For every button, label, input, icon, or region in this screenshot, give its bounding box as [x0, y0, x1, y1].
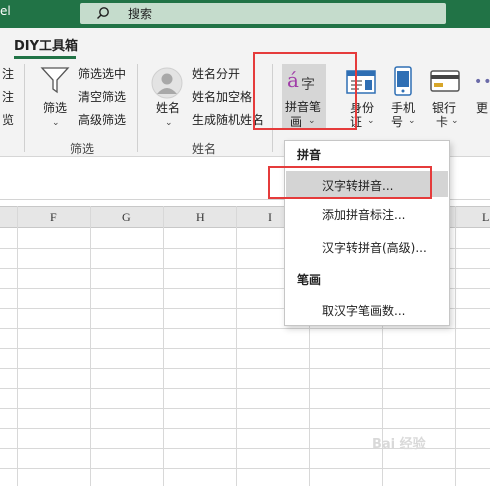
phone-icon [394, 66, 412, 96]
name-button[interactable]: 姓名 [156, 101, 180, 115]
column-header-h[interactable]: H [196, 210, 205, 225]
grid-row-line [0, 468, 490, 469]
column-header-l[interactable]: L [482, 210, 489, 225]
phone-chevron-icon: ⌄ [408, 116, 416, 126]
filter-selected-button[interactable]: 筛选选中 [78, 67, 126, 81]
filter-funnel-icon [40, 67, 70, 94]
clear-filter-button[interactable]: 清空筛选 [78, 90, 126, 104]
name-group-label: 姓名 [192, 142, 217, 156]
advanced-filter-button[interactable]: 高级筛选 [78, 113, 126, 127]
more-dots-icon: •• [474, 74, 490, 90]
column-header-f[interactable]: F [50, 210, 57, 225]
grid-row-line [0, 348, 490, 349]
phone-button-line2: 号 [391, 115, 404, 129]
search-icon [97, 7, 109, 19]
partial-item-2[interactable]: 注 [2, 90, 14, 104]
partial-item-1[interactable]: 注 [2, 67, 14, 81]
menu-section-pinyin: 拼音 [297, 148, 322, 162]
highlight-box-ribbon-button [253, 52, 357, 130]
menu-item-stroke-count[interactable]: 取汉字笔画数... [322, 302, 405, 319]
grid-row-line [0, 368, 490, 369]
name-add-space-button[interactable]: 姓名加空格 [192, 90, 252, 104]
more-button[interactable]: 更 [476, 101, 488, 115]
watermark: Bai 经验 [372, 437, 426, 452]
group-separator [137, 64, 138, 152]
app-title: el [0, 4, 11, 18]
search-placeholder: 搜索 [128, 7, 153, 21]
filter-chevron-icon: ⌄ [52, 118, 60, 128]
tab-diy-toolbox[interactable]: DIY工具箱 [14, 35, 78, 54]
bank-card-button[interactable]: 银行 [432, 101, 456, 115]
group-separator [24, 64, 25, 152]
column-header-g[interactable]: G [122, 210, 131, 225]
phone-button[interactable]: 手机 [391, 101, 415, 115]
menu-item-add-pinyin-annotation[interactable]: 添加拼音标注... [322, 206, 405, 223]
id-chevron-icon: ⌄ [367, 116, 375, 126]
name-chevron-icon: ⌄ [165, 118, 173, 128]
active-tab-indicator [14, 56, 76, 59]
filter-button[interactable]: 筛选 [43, 101, 67, 115]
person-icon [151, 67, 183, 99]
menu-item-hanzi-to-pinyin-advanced[interactable]: 汉字转拼音(高级)... [322, 239, 427, 256]
grid-row-line [0, 388, 490, 389]
split-name-button[interactable]: 姓名分开 [192, 67, 240, 81]
menu-section-stroke: 笔画 [297, 273, 322, 287]
grid-row-line [0, 408, 490, 409]
highlight-box-menu-item [268, 166, 432, 199]
grid-row-line [0, 428, 490, 429]
partial-item-3[interactable]: 览 [2, 113, 14, 127]
grid-row-line [0, 328, 490, 329]
column-header-i[interactable]: I [268, 210, 272, 225]
bank-card-icon [430, 70, 460, 92]
bank-chevron-icon: ⌄ [451, 116, 459, 126]
filter-group-label: 筛选 [70, 142, 95, 156]
bank-card-button-line2: 卡 [436, 115, 449, 129]
